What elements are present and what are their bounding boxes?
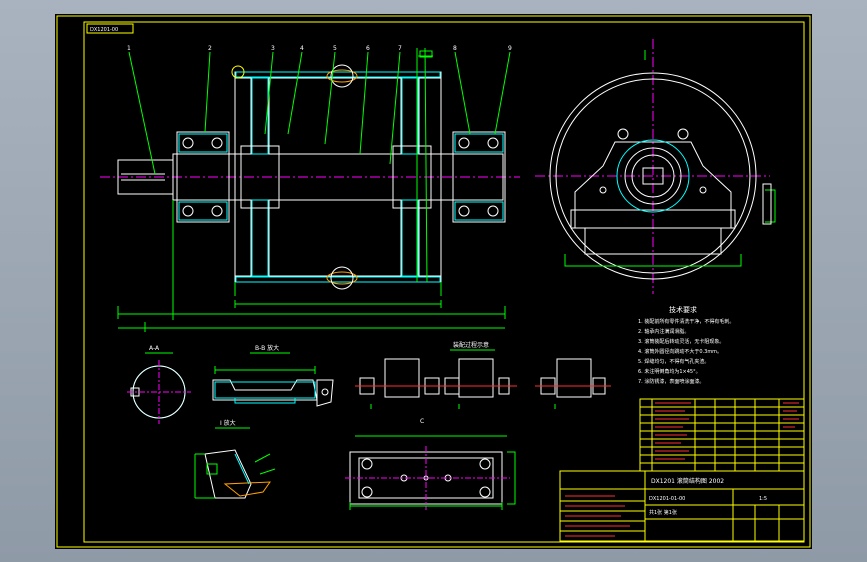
svg-text:3. 滚筒装配后转动灵活，无卡阻现象。: 3. 滚筒装配后转动灵活，无卡阻现象。 xyxy=(638,338,724,345)
inner-border xyxy=(83,21,805,543)
detail-i: I 放大 xyxy=(194,419,276,499)
svg-text:共1张 第1张: 共1张 第1张 xyxy=(649,509,677,516)
main-view xyxy=(100,47,520,332)
end-view xyxy=(535,39,776,294)
svg-text:7: 7 xyxy=(398,45,402,52)
svg-text:C: C xyxy=(420,418,424,425)
svg-text:4. 滚筒外圆径向跳动不大于0.3mm。: 4. 滚筒外圆径向跳动不大于0.3mm。 xyxy=(638,348,722,355)
svg-text:DX1201 滚筒结构图 2002: DX1201 滚筒结构图 2002 xyxy=(651,477,724,485)
base-plan-view: C xyxy=(345,418,516,510)
svg-text:2. 轴承内注满润滑脂。: 2. 轴承内注满润滑脂。 xyxy=(638,328,689,335)
svg-text:I 放大: I 放大 xyxy=(220,419,236,427)
mounting-steps: 装配过程示意 xyxy=(355,341,611,409)
section-a-a: A-A xyxy=(127,345,191,424)
callout-labels: 1 2 3 4 5 6 7 8 9 xyxy=(127,45,512,52)
drawing-canvas: DX1201-00 1 2 3 4 5 6 7 8 9 技术要求 1. 装配前所… xyxy=(56,15,811,548)
svg-text:1. 装配前所有零件清洗干净，不得有毛刺。: 1. 装配前所有零件清洗干净，不得有毛刺。 xyxy=(638,318,734,325)
svg-text:6: 6 xyxy=(366,45,370,52)
svg-text:DX1201-01-00: DX1201-01-00 xyxy=(649,496,685,502)
svg-text:3: 3 xyxy=(271,45,275,52)
svg-text:A-A: A-A xyxy=(149,345,160,352)
svg-text:1: 1 xyxy=(127,45,131,52)
title-block: DX1201 滚筒结构图 2002 DX1201-01-00 共1张 第1张 1… xyxy=(559,398,805,542)
cad-viewport[interactable]: DX1201-00 1 2 3 4 5 6 7 8 9 技术要求 1. 装配前所… xyxy=(0,0,867,562)
section-b-b: B-B 放大 xyxy=(212,344,334,407)
svg-text:装配过程示意: 装配过程示意 xyxy=(453,341,489,349)
svg-text:2: 2 xyxy=(208,45,212,52)
svg-text:5: 5 xyxy=(333,45,337,52)
svg-text:6. 未注明倒角均为1×45°。: 6. 未注明倒角均为1×45°。 xyxy=(638,368,701,375)
corner-tag: DX1201-00 xyxy=(90,27,118,33)
svg-text:5. 焊缝均匀，不得有气孔夹渣。: 5. 焊缝均匀，不得有气孔夹渣。 xyxy=(638,358,709,365)
svg-text:9: 9 xyxy=(508,45,512,52)
svg-text:8: 8 xyxy=(453,45,457,52)
svg-text:7. 涂防锈漆，表面喷涂面漆。: 7. 涂防锈漆，表面喷涂面漆。 xyxy=(638,378,704,385)
svg-text:B-B 放大: B-B 放大 xyxy=(255,344,279,352)
tech-requirements: 技术要求 1. 装配前所有零件清洗干净，不得有毛刺。 2. 轴承内注满润滑脂。 … xyxy=(638,305,734,385)
svg-text:1:5: 1:5 xyxy=(759,496,767,502)
svg-text:技术要求: 技术要求 xyxy=(669,305,697,314)
drawing-sheet: DX1201-00 1 2 3 4 5 6 7 8 9 技术要求 1. 装配前所… xyxy=(55,14,812,549)
svg-text:4: 4 xyxy=(300,45,304,52)
